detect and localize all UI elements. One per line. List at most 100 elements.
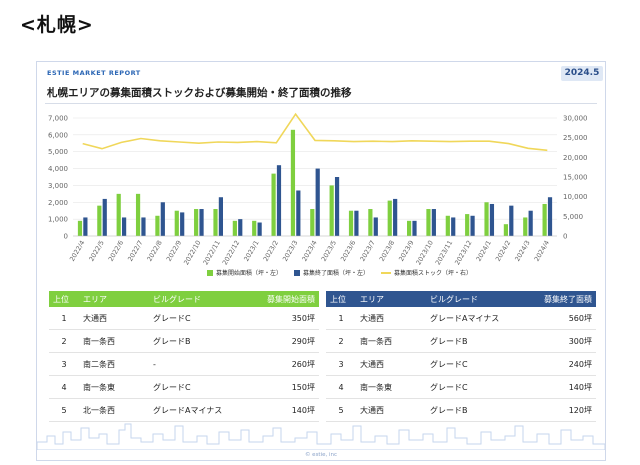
grade-cell: - [149, 352, 247, 376]
area-cell: 南一条東 [79, 375, 149, 399]
legend-item-end: 募集終了面積（坪・左） [294, 268, 369, 277]
date-badge: 2024.5 [561, 66, 603, 81]
bar-start [445, 215, 450, 236]
table-row: 3 大通西 グレードC 240坪 [326, 352, 596, 376]
bar-start [503, 224, 508, 236]
y-tick-left: 5,000 [48, 148, 68, 156]
bar-start [135, 193, 141, 236]
x-tick-label: 2022/5 [87, 239, 105, 263]
rank-cell: 5 [326, 398, 356, 422]
bar-start [484, 202, 489, 236]
y-tick-right: 25,000 [563, 134, 588, 142]
chart-title: 札幌エリアの募集面積ストックおよび募集開始・終了面積の推移 [47, 87, 352, 99]
x-tick-label: 2023/5 [320, 239, 338, 263]
bar-end [315, 168, 320, 236]
rank-cell: 2 [49, 329, 79, 353]
bar-end [373, 217, 378, 236]
page-heading: <札幌> [20, 14, 94, 36]
bar-start [329, 185, 334, 236]
grade-cell: グレードB [426, 329, 524, 353]
x-tick-label: 2022/9 [165, 239, 183, 263]
value-cell: 140坪 [247, 398, 319, 422]
bar-end [122, 217, 127, 236]
value-cell: 240坪 [524, 352, 596, 376]
x-tick-label: 2024/2 [494, 239, 512, 263]
x-tick-label: 2023/10 [414, 239, 434, 266]
chart-legend: 募集開始面積（坪・左） 募集終了面積（坪・左） 募集面積ストック（坪・右） [207, 268, 472, 277]
x-tick-label: 2023/1 [242, 239, 260, 263]
y-tick-left: 0 [64, 233, 68, 241]
y-tick-left: 3,000 [48, 182, 68, 190]
x-tick-label: 2022/7 [126, 239, 144, 263]
x-tick-label: 2023/6 [339, 239, 357, 263]
bar-end [218, 197, 223, 236]
bar-start [523, 217, 528, 236]
bar-start [155, 215, 160, 236]
stock-line [82, 112, 548, 152]
x-tick-label: 2023/9 [397, 239, 415, 263]
value-cell: 350坪 [247, 307, 319, 330]
grade-cell: グレードAマイナス [426, 307, 524, 330]
value-cell: 560坪 [524, 307, 596, 330]
bar-start [116, 193, 121, 236]
footer-copyright: © estie, inc [304, 452, 338, 458]
bar-end [238, 219, 243, 236]
y-tick-left: 2,000 [48, 199, 68, 207]
bar-end [141, 217, 146, 236]
rank-cell: 3 [49, 352, 79, 376]
bar-start [97, 205, 102, 236]
table-row: 4 南一条東 グレードC 140坪 [326, 375, 596, 399]
y-tick-right: 5,000 [563, 213, 583, 221]
report-label: ESTIE MARKET REPORT [47, 69, 141, 77]
y-tick-left: 1,000 [48, 216, 68, 224]
x-tick-label: 2022/8 [145, 239, 163, 263]
area-cell: 大通西 [356, 307, 426, 330]
bar-end [489, 203, 495, 236]
header-rank: 上位 [326, 291, 356, 307]
area-cell: 大通西 [356, 398, 426, 422]
area-cell: 北一条西 [79, 398, 149, 422]
bar-end [160, 202, 165, 236]
value-cell: 260坪 [247, 352, 319, 376]
table-row: 1 大通西 グレードC 350坪 [49, 307, 319, 330]
bar-start [310, 209, 315, 236]
y-tick-left: 7,000 [48, 115, 68, 123]
bar-start [271, 173, 276, 236]
grade-cell: グレードC [426, 375, 524, 399]
bar-end [257, 222, 262, 236]
table-row: 3 南二条西 -260坪 [49, 352, 319, 376]
header-grade: ビルグレード [426, 291, 524, 307]
bar-end [83, 217, 88, 236]
grade-cell: グレードC [426, 352, 524, 376]
legend-swatch-start [207, 269, 213, 276]
y-tick-right: 15,000 [563, 174, 588, 182]
area-cell: 南一条西 [356, 329, 426, 353]
header-end-area: 募集終了面積 [524, 291, 596, 307]
bar-end [431, 209, 436, 236]
bar-end [276, 165, 282, 236]
bar-start [368, 209, 373, 236]
value-cell: 150坪 [247, 375, 319, 399]
bar-start [348, 210, 354, 236]
legend-swatch-stock [381, 271, 392, 274]
table-row: 5 北一条西 グレードAマイナス 140坪 [49, 398, 319, 422]
x-tick-label: 2023/7 [358, 239, 376, 263]
rank-cell: 1 [49, 307, 79, 330]
table-header-row: 上位 エリア ビルグレード 募集終了面積 [326, 291, 596, 307]
table-row: 5 大通西 グレードB 120坪 [326, 398, 596, 422]
bar-end [451, 217, 456, 236]
x-tick-label: 2024/3 [513, 239, 531, 263]
value-cell: 290坪 [247, 329, 319, 353]
area-cell: 南二条西 [79, 352, 149, 376]
x-tick-label: 2023/11 [434, 239, 454, 266]
bar-end [296, 190, 301, 236]
header-area: エリア [356, 291, 426, 307]
title-divider [45, 103, 597, 104]
y-tick-right: 20,000 [563, 154, 588, 162]
x-tick-label: 2022/4 [68, 239, 86, 263]
bar-end [509, 205, 514, 236]
table-row: 2 南一条西 グレードB 290坪 [49, 329, 319, 353]
legend-label-start: 募集開始面積（坪・左） [216, 270, 283, 277]
value-cell: 120坪 [524, 398, 596, 422]
bar-start [290, 129, 296, 236]
